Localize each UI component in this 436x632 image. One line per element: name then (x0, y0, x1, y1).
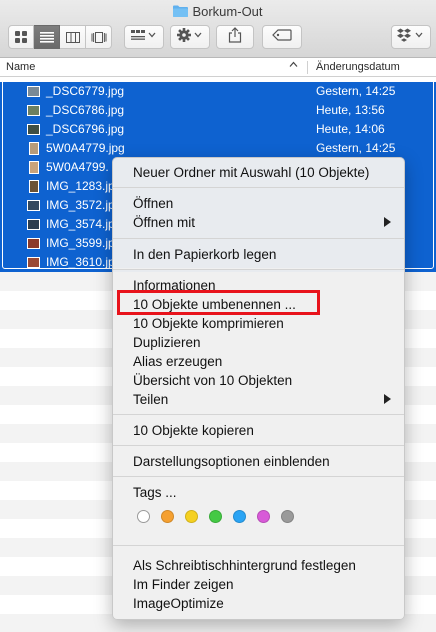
menu-item-compress[interactable]: 10 Objekte komprimieren (133, 314, 284, 333)
file-name: _DSC6786.jpg (46, 103, 125, 117)
menu-item-reveal-in-finder[interactable]: Im Finder zeigen (133, 575, 234, 594)
column-name-header[interactable]: Name (6, 61, 35, 73)
file-name: IMG_3599.jp (46, 236, 115, 250)
image-thumbnail-icon (27, 105, 40, 116)
file-name: _DSC6779.jpg (46, 84, 125, 98)
image-thumbnail-icon (29, 180, 39, 193)
menu-item-quick-look[interactable]: Übersicht von 10 Objekten (133, 371, 292, 390)
menu-item-copy[interactable]: 10 Objekte kopieren (133, 421, 254, 440)
file-name: _DSC6796.jpg (46, 122, 125, 136)
menu-separator (113, 414, 404, 415)
list-view-icon[interactable] (34, 25, 60, 49)
tag-color-none[interactable] (137, 510, 150, 523)
table-row[interactable]: 5W0A4779.jpg Gestern, 14:25 (0, 139, 436, 158)
file-name: 5W0A4779.jpg (46, 141, 125, 155)
menu-item-imageoptimize[interactable]: ImageOptimize (133, 594, 224, 613)
share-button[interactable] (216, 25, 254, 49)
menu-item-rename[interactable]: 10 Objekte umbenennen ... (133, 295, 296, 314)
file-name: 5W0A4799. (46, 160, 109, 174)
tag-color-green[interactable] (209, 510, 222, 523)
menu-separator (113, 476, 404, 477)
image-thumbnail-icon (27, 200, 40, 211)
cover-flow-icon[interactable] (86, 25, 112, 49)
chevron-up-icon[interactable] (289, 60, 298, 71)
table-row[interactable]: _DSC6779.jpg Gestern, 14:25 (0, 82, 436, 101)
table-row[interactable]: _DSC6796.jpg Heute, 14:06 (0, 120, 436, 139)
tag-color-gray[interactable] (281, 510, 294, 523)
arrange-icon (131, 28, 157, 46)
column-view-icon[interactable] (60, 25, 86, 49)
menu-item-get-info[interactable]: Informationen (133, 276, 216, 295)
chevron-right-icon (384, 394, 391, 404)
image-thumbnail-icon (29, 142, 39, 155)
file-date: Gestern, 14:25 (316, 84, 396, 98)
dropbox-icon (397, 28, 425, 47)
menu-item-open-with[interactable]: Öffnen mit (133, 213, 195, 232)
action-button[interactable] (170, 25, 210, 49)
view-mode-segmented-control[interactable] (8, 25, 112, 49)
menu-item-set-desktop-picture[interactable]: Als Schreibtischhintergrund festlegen (133, 556, 356, 575)
chevron-right-icon (384, 217, 391, 227)
menu-separator (113, 238, 404, 239)
column-header: Name Änderungsdatum (0, 58, 436, 77)
share-icon (228, 26, 242, 48)
tag-button[interactable] (262, 25, 302, 49)
tag-color-orange[interactable] (161, 510, 174, 523)
menu-item-move-to-trash[interactable]: In den Papierkorb legen (133, 245, 276, 264)
image-thumbnail-icon (29, 161, 39, 174)
tag-color-yellow[interactable] (185, 510, 198, 523)
tag-color-blue[interactable] (233, 510, 246, 523)
menu-item-open[interactable]: Öffnen (133, 194, 173, 213)
column-date-header[interactable]: Änderungsdatum (316, 61, 400, 73)
menu-item-share[interactable]: Teilen (133, 390, 168, 409)
column-divider[interactable] (307, 61, 308, 74)
file-name: IMG_3572.jp (46, 198, 115, 212)
menu-separator (113, 187, 404, 188)
context-menu: Neuer Ordner mit Auswahl (10 Objekte) Öf… (112, 157, 405, 620)
window-title: Borkum-Out (0, 4, 436, 20)
gear-icon (177, 27, 203, 47)
image-thumbnail-icon (27, 238, 40, 249)
file-date: Heute, 14:06 (316, 122, 385, 136)
tag-color-purple[interactable] (257, 510, 270, 523)
arrange-button[interactable] (124, 25, 164, 49)
menu-separator (113, 269, 404, 270)
image-thumbnail-icon (27, 86, 40, 97)
menu-separator (113, 545, 404, 546)
menu-item-tags[interactable]: Tags ... (133, 483, 177, 502)
menu-item-new-folder-with-selection[interactable]: Neuer Ordner mit Auswahl (10 Objekte) (133, 163, 369, 182)
file-date: Gestern, 14:25 (316, 141, 396, 155)
file-name: IMG_1283.jp (46, 179, 115, 193)
menu-item-show-view-options[interactable]: Darstellungsoptionen einblenden (133, 452, 330, 471)
file-name: IMG_3574.jp (46, 217, 115, 231)
icon-view-icon[interactable] (8, 25, 34, 49)
file-date: Heute, 13:56 (316, 103, 385, 117)
menu-separator (113, 445, 404, 446)
image-thumbnail-icon (27, 219, 40, 230)
image-thumbnail-icon (27, 124, 40, 135)
window-title-text: Borkum-Out (192, 4, 263, 19)
folder-icon (173, 5, 189, 17)
menu-item-make-alias[interactable]: Alias erzeugen (133, 352, 222, 371)
menu-item-duplicate[interactable]: Duplizieren (133, 333, 201, 352)
image-thumbnail-icon (27, 257, 40, 268)
dropbox-button[interactable] (391, 25, 431, 49)
file-name: IMG_3610.jp (46, 255, 115, 269)
finder-toolbar: Borkum-Out (0, 0, 436, 58)
table-row[interactable]: _DSC6786.jpg Heute, 13:56 (0, 101, 436, 120)
tag-icon (272, 28, 292, 46)
